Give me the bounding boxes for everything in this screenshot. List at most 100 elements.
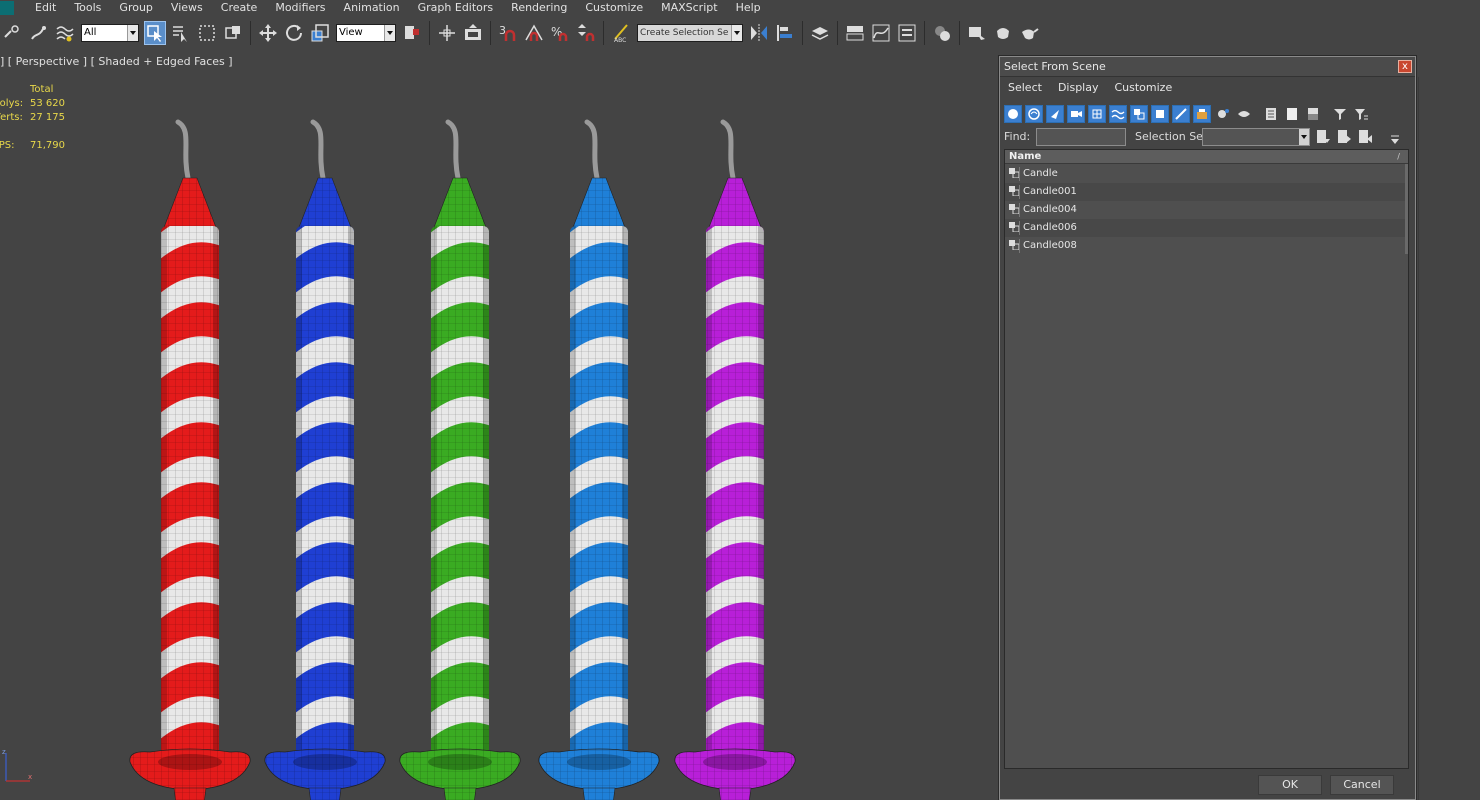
bind-spacewarp-icon[interactable] xyxy=(54,21,76,45)
menu-graph-editors[interactable]: Graph Editors xyxy=(409,0,503,15)
material-editor-icon[interactable] xyxy=(931,21,953,45)
percent-snap-icon[interactable]: % xyxy=(549,21,571,45)
create-selection-set-icon[interactable] xyxy=(1315,129,1331,145)
schematic-view-icon[interactable] xyxy=(896,21,918,45)
select-by-name-icon[interactable] xyxy=(170,21,192,45)
menu-maxscript[interactable]: MAXScript xyxy=(652,0,726,15)
rendered-frame-window-icon[interactable] xyxy=(992,21,1014,45)
spacewarps-filter-icon[interactable] xyxy=(1109,105,1127,123)
list-item[interactable]: Candle xyxy=(1005,165,1408,183)
candle-1[interactable] xyxy=(129,119,251,800)
candle-2[interactable] xyxy=(264,119,386,800)
xrefs-filter-icon[interactable] xyxy=(1151,105,1169,123)
list-item[interactable]: Candle006 xyxy=(1005,219,1408,237)
cameras-filter-icon[interactable] xyxy=(1067,105,1085,123)
menu-create[interactable]: Create xyxy=(212,0,267,15)
toolbar-divider xyxy=(429,20,430,45)
menu-tools[interactable]: Tools xyxy=(65,0,110,15)
candle-4[interactable] xyxy=(538,119,660,800)
select-and-manipulate-icon[interactable] xyxy=(436,21,458,45)
groups-filter-icon[interactable] xyxy=(1130,105,1148,123)
frozen-filter-icon[interactable] xyxy=(1214,105,1232,123)
dialog-menu-display[interactable]: Display xyxy=(1050,79,1107,97)
scale-icon[interactable] xyxy=(309,21,331,45)
filter-options-icon[interactable] xyxy=(1352,105,1370,123)
menu-rendering[interactable]: Rendering xyxy=(502,0,576,15)
add-to-selection-set-icon[interactable] xyxy=(1336,129,1352,145)
object-name: Candle004 xyxy=(1023,204,1077,215)
toolbar-divider xyxy=(959,20,960,45)
remove-from-selection-set-icon[interactable] xyxy=(1357,129,1373,145)
menu-modifiers[interactable]: Modifiers xyxy=(266,0,334,15)
named-selection-set-dropdown[interactable]: Create Selection Se xyxy=(637,23,743,42)
column-title: Name xyxy=(1009,151,1042,162)
shapes-filter-icon[interactable] xyxy=(1025,105,1043,123)
menu-group[interactable]: Group xyxy=(110,0,162,15)
curve-editor-icon[interactable] xyxy=(870,21,892,45)
unlink-icon[interactable] xyxy=(2,21,24,45)
window-crossing-icon[interactable] xyxy=(222,21,244,45)
find-input[interactable] xyxy=(1036,128,1126,146)
align-icon[interactable] xyxy=(774,21,796,45)
geometry-object-icon xyxy=(1009,168,1019,178)
display-all-icon[interactable] xyxy=(1262,105,1280,123)
select-object-icon[interactable] xyxy=(144,20,166,45)
candle-5[interactable] xyxy=(674,119,796,800)
snaps-toggle-icon[interactable]: 3 xyxy=(497,21,519,45)
reference-coordinate-dropdown[interactable]: View xyxy=(336,23,396,42)
list-item[interactable]: Candle008 xyxy=(1005,237,1408,255)
display-none-icon[interactable] xyxy=(1283,105,1301,123)
name-column-header[interactable]: Name / xyxy=(1005,150,1408,164)
bones-filter-icon[interactable] xyxy=(1172,105,1190,123)
cancel-button[interactable]: Cancel xyxy=(1330,775,1394,795)
list-scrollbar[interactable] xyxy=(1405,164,1408,254)
ribbon-toggle-icon[interactable] xyxy=(844,21,866,45)
geometry-filter-icon[interactable] xyxy=(1004,105,1022,123)
display-invert-icon[interactable] xyxy=(1304,105,1322,123)
select-from-scene-dialog: Select From Scene x Select Display Custo… xyxy=(999,56,1416,800)
spinner-snap-icon[interactable] xyxy=(575,21,597,45)
rotate-icon[interactable] xyxy=(283,21,305,45)
rectangular-selection-icon[interactable] xyxy=(196,21,218,45)
pivot-center-icon[interactable] xyxy=(401,21,423,45)
edit-named-selection-icon[interactable]: ABC xyxy=(610,21,632,45)
chevron-down-icon xyxy=(731,24,742,41)
menu-views[interactable]: Views xyxy=(162,0,212,15)
lights-filter-icon[interactable] xyxy=(1046,105,1064,123)
dialog-menu-select[interactable]: Select xyxy=(1000,79,1050,97)
dialog-menu-customize[interactable]: Customize xyxy=(1106,79,1180,97)
list-item[interactable]: Candle001 xyxy=(1005,183,1408,201)
link-icon[interactable] xyxy=(28,21,50,45)
layer-manager-icon[interactable] xyxy=(809,21,831,45)
helpers-filter-icon[interactable] xyxy=(1088,105,1106,123)
candle-3[interactable] xyxy=(399,119,521,800)
candles-scene[interactable] xyxy=(0,50,1000,800)
expand-options-icon[interactable] xyxy=(1387,133,1403,149)
selection-set-dropdown[interactable] xyxy=(1202,128,1310,146)
hidden-filter-icon[interactable] xyxy=(1235,105,1253,123)
menu-customize[interactable]: Customize xyxy=(576,0,652,15)
dialog-title-bar[interactable]: Select From Scene x xyxy=(1000,57,1415,77)
ok-button[interactable]: OK xyxy=(1258,775,1322,795)
containers-filter-icon[interactable] xyxy=(1193,105,1211,123)
selection-filter-dropdown[interactable]: All xyxy=(81,23,139,42)
keyboard-shortcut-override-icon[interactable] xyxy=(462,21,484,45)
move-icon[interactable] xyxy=(257,21,279,45)
app-logo[interactable] xyxy=(0,0,14,15)
menu-animation[interactable]: Animation xyxy=(335,0,409,15)
filter-icon[interactable] xyxy=(1331,105,1349,123)
toolbar-divider xyxy=(490,20,491,45)
render-production-icon[interactable] xyxy=(1018,21,1040,45)
menu-edit[interactable]: Edit xyxy=(26,0,65,15)
geometry-object-icon xyxy=(1009,186,1019,196)
render-setup-icon[interactable] xyxy=(966,21,988,45)
mirror-icon[interactable] xyxy=(748,21,770,45)
close-button[interactable]: x xyxy=(1398,60,1412,73)
find-row: Find: Selection Set: xyxy=(1004,128,1409,148)
tree-line xyxy=(1019,221,1020,235)
menu-bar: Edit Tools Group Views Create Modifiers Animat… xyxy=(0,0,1480,15)
list-item[interactable]: Candle004 xyxy=(1005,201,1408,219)
angle-snap-icon[interactable] xyxy=(523,21,545,45)
menu-help[interactable]: Help xyxy=(727,0,770,15)
scene-object-list[interactable]: Name / Candle Candle001 Candle004 Candle006… xyxy=(1004,149,1409,769)
